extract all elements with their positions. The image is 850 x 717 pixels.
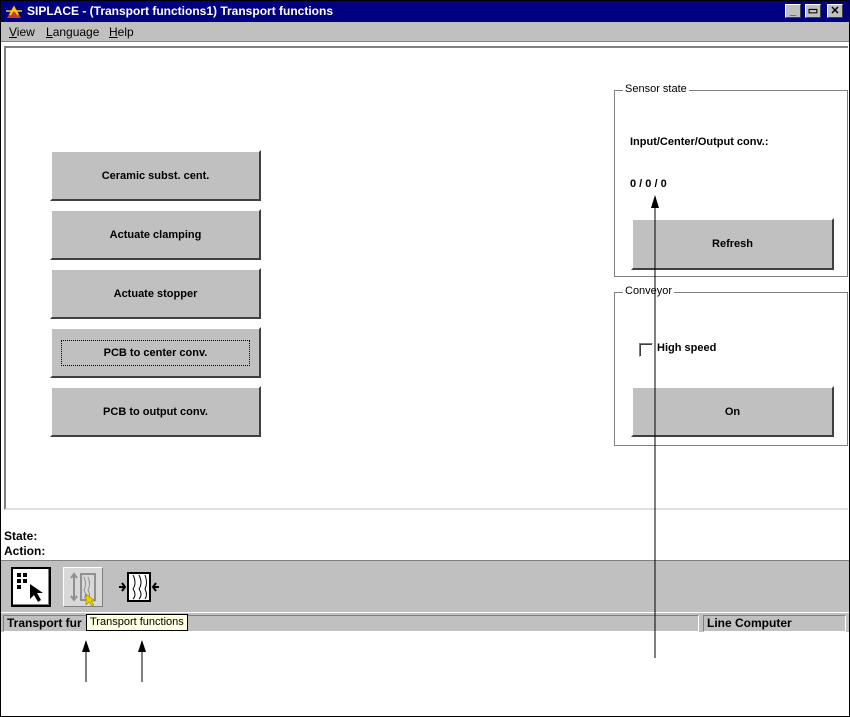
callout-arrows xyxy=(82,195,659,682)
callout-arrow-sensor xyxy=(651,195,659,658)
callout-arrow-toolbar-2 xyxy=(138,640,146,682)
callout-arrow-toolbar-1 xyxy=(82,640,90,682)
